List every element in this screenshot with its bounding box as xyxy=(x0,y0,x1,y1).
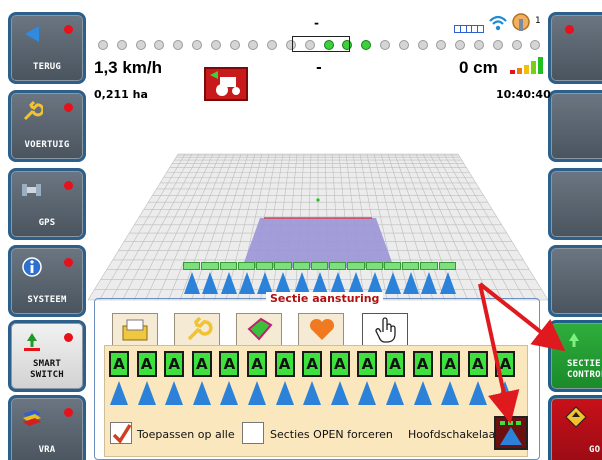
guidance-screen: TERUG VOERTUIG GPS SYSTEEM SMART SWITCH … xyxy=(0,0,602,460)
annotation-arrows xyxy=(478,282,566,424)
